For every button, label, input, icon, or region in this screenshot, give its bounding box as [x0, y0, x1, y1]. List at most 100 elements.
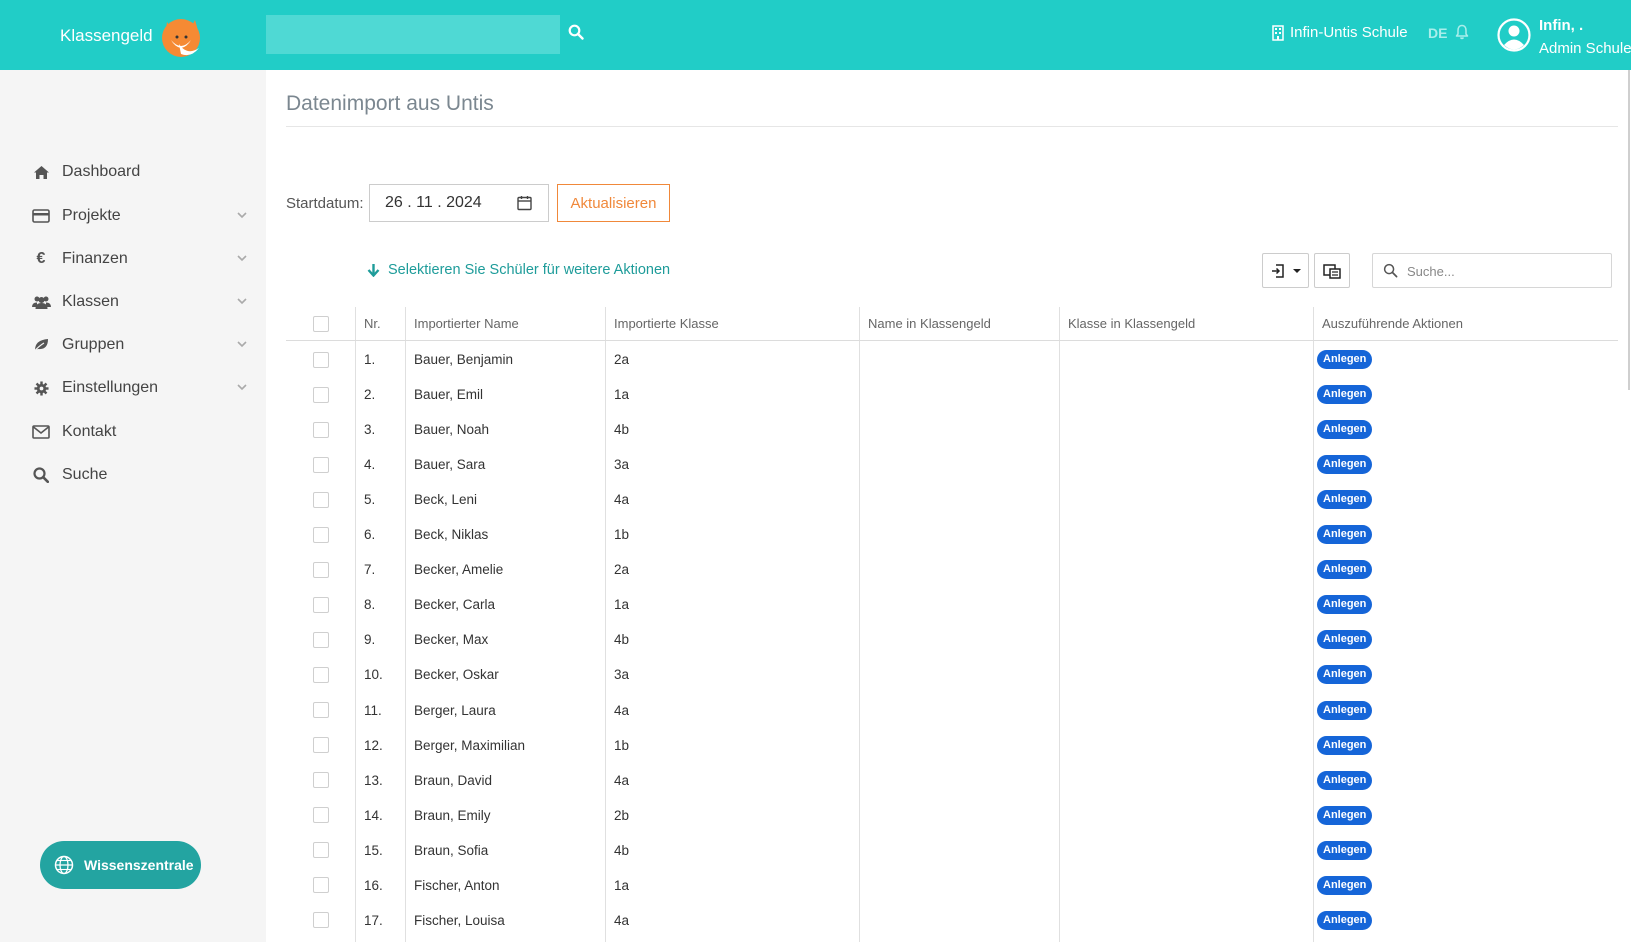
table-row[interactable]: 17. Fischer, Louisa 4a Anlegen [286, 903, 1618, 938]
table-row[interactable]: 14. Braun, Emily 2b Anlegen [286, 798, 1618, 833]
action-badge-anlegen[interactable]: Anlegen [1317, 350, 1373, 369]
chevron-down-icon [237, 298, 247, 305]
column-header-klassengeld-name[interactable]: Name in Klassengeld [868, 307, 991, 340]
action-badge-anlegen[interactable]: Anlegen [1317, 665, 1373, 685]
sidebar-item-gruppen[interactable]: Gruppen [30, 330, 256, 360]
action-badge-anlegen[interactable]: Anlegen [1317, 560, 1373, 580]
action-badge-anlegen[interactable]: Anlegen [1317, 630, 1373, 650]
sidebar-item-einstellungen[interactable]: Einstellungen [30, 373, 256, 403]
action-badge-anlegen[interactable]: Anlegen [1317, 700, 1373, 720]
action-badge-anlegen[interactable]: Anlegen [1317, 840, 1373, 860]
row-checkbox[interactable] [313, 877, 329, 894]
column-header-imported-name[interactable]: Importierter Name [414, 307, 519, 340]
table-row[interactable]: 9. Becker, Max 4b Anlegen [286, 622, 1618, 657]
row-checkbox[interactable] [313, 842, 329, 859]
action-badge-anlegen[interactable]: Anlegen [1317, 875, 1373, 895]
language-selector[interactable]: DE [1428, 25, 1447, 41]
table-row[interactable]: 8. Becker, Carla 1a Anlegen [286, 587, 1618, 622]
table-row[interactable]: 12. Berger, Maximilian 1b Anlegen [286, 728, 1618, 763]
imported-name: Becker, Max [414, 632, 489, 648]
row-number: 6. [364, 527, 376, 543]
row-checkbox[interactable] [313, 526, 329, 543]
action-badge-anlegen[interactable]: Anlegen [1317, 770, 1373, 790]
table-row[interactable]: 15. Braun, Sofia 4b Anlegen [286, 833, 1618, 868]
column-header-imported-class[interactable]: Importierte Klasse [614, 307, 719, 340]
table-row[interactable]: 4. Bauer, Sara 3a Anlegen [286, 447, 1618, 482]
table-row[interactable]: 10. Becker, Oskar 3a Anlegen [286, 657, 1618, 692]
action-badge-anlegen[interactable]: Anlegen [1317, 595, 1373, 615]
action-badge-anlegen[interactable]: Anlegen [1317, 385, 1373, 405]
row-checkbox[interactable] [313, 561, 329, 578]
imported-class: 1b [614, 527, 630, 543]
columns-toggle-button[interactable] [1314, 253, 1350, 288]
action-cell: Anlegen [1317, 833, 1373, 868]
row-checkbox[interactable] [313, 351, 329, 368]
imported-name: Becker, Oskar [414, 667, 499, 683]
wissenszentrale-button[interactable]: Wissenszentrale [40, 841, 201, 889]
imported-class: 4a [614, 772, 630, 788]
search-icon[interactable] [568, 24, 584, 40]
table-row[interactable]: 7. Becker, Amelie 2a Anlegen [286, 552, 1618, 587]
sidebar-item-finanzen[interactable]: € Finanzen [30, 244, 256, 274]
table-row[interactable]: 3. Bauer, Noah 4b Anlegen [286, 412, 1618, 447]
action-badge-anlegen[interactable]: Anlegen [1317, 805, 1373, 825]
page-scrollbar[interactable] [1628, 70, 1630, 390]
row-checkbox[interactable] [313, 596, 329, 613]
table-search-input[interactable] [1407, 261, 1602, 281]
sidebar-item-projekte[interactable]: Projekte [30, 201, 256, 231]
credit-card-icon [30, 209, 52, 223]
brand-logo[interactable]: Klassengeld [60, 14, 207, 58]
user-avatar-icon[interactable] [1497, 18, 1531, 52]
row-checkbox[interactable] [313, 631, 329, 648]
select-all-checkbox[interactable] [313, 315, 329, 332]
row-checkbox[interactable] [313, 772, 329, 789]
action-badge-anlegen[interactable]: Anlegen [1317, 420, 1373, 440]
row-checkbox-cell [313, 903, 329, 938]
wissenszentrale-label: Wissenszentrale [84, 857, 194, 873]
row-checkbox[interactable] [313, 456, 329, 473]
global-search-input[interactable] [266, 15, 560, 54]
row-checkbox[interactable] [313, 737, 329, 754]
action-badge-anlegen[interactable]: Anlegen [1317, 490, 1373, 510]
sidebar-item-suche[interactable]: Suche [30, 460, 256, 490]
table-row[interactable]: 11. Berger, Laura 4a Anlegen [286, 693, 1618, 728]
school-selector[interactable]: Infin-Untis Schule [1272, 24, 1408, 41]
row-checkbox[interactable] [313, 702, 329, 718]
table-row[interactable]: 6. Beck, Niklas 1b Anlegen [286, 517, 1618, 552]
action-badge-anlegen[interactable]: Anlegen [1317, 525, 1373, 545]
table-row[interactable]: 16. Fischer, Anton 1a Anlegen [286, 868, 1618, 903]
action-badge-anlegen[interactable]: Anlegen [1317, 455, 1373, 475]
refresh-button[interactable]: Aktualisieren [557, 184, 670, 222]
row-checkbox[interactable] [313, 491, 329, 508]
row-checkbox[interactable] [313, 666, 329, 683]
sidebar-item-label: Finanzen [62, 250, 128, 267]
action-cell: Anlegen [1317, 552, 1373, 587]
sidebar-item-label: Projekte [62, 207, 121, 224]
row-checkbox[interactable] [313, 386, 329, 403]
table-row[interactable]: 5. Beck, Leni 4a Anlegen [286, 482, 1618, 517]
imported-class: 2a [614, 562, 630, 578]
column-header-klassengeld-class[interactable]: Klasse in Klassengeld [1068, 307, 1195, 340]
sidebar-item-dashboard[interactable]: Dashboard [30, 157, 256, 187]
sidebar: Dashboard Projekte € Finanzen Klassen Gr… [0, 70, 266, 942]
start-date-input[interactable]: 26 . 11 . 2024 [369, 184, 549, 222]
row-checkbox[interactable] [313, 912, 329, 929]
action-badge-anlegen[interactable]: Anlegen [1317, 910, 1373, 930]
bell-icon[interactable] [1455, 24, 1469, 40]
table-row[interactable]: 1. Bauer, Benjamin 2a Anlegen [286, 342, 1618, 377]
column-header-nr[interactable]: Nr. [364, 307, 381, 340]
action-badge-anlegen[interactable]: Anlegen [1317, 735, 1373, 755]
imported-class: 1a [614, 877, 630, 893]
row-checkbox[interactable] [313, 807, 329, 824]
calendar-icon[interactable] [517, 195, 532, 211]
action-cell: Anlegen [1317, 412, 1373, 447]
row-checkbox[interactable] [313, 421, 329, 438]
user-name[interactable]: Infin, . [1539, 17, 1583, 34]
import-dropdown-button[interactable] [1262, 253, 1309, 288]
table-search[interactable] [1372, 253, 1612, 288]
column-header-actions[interactable]: Auszuführende Aktionen [1322, 307, 1463, 340]
sidebar-item-klassen[interactable]: Klassen [30, 287, 256, 317]
table-row[interactable]: 2. Bauer, Emil 1a Anlegen [286, 377, 1618, 412]
sidebar-item-kontakt[interactable]: Kontakt [30, 417, 256, 447]
table-row[interactable]: 13. Braun, David 4a Anlegen [286, 763, 1618, 798]
